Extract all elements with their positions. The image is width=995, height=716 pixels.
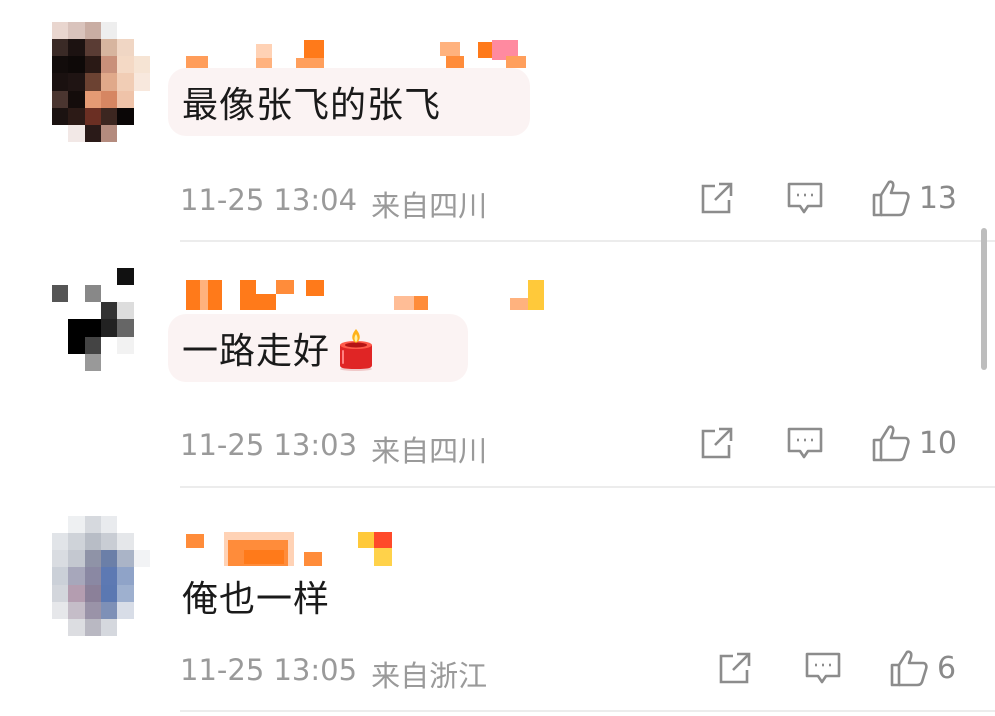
repost-icon [719,652,751,684]
comment-location: 来自四川 [371,189,488,223]
divider [180,710,995,712]
comment-actions: 10 [697,423,957,463]
comment-location: 来自四川 [371,434,488,468]
avatar[interactable] [52,268,150,388]
comment-time: 11-25 13:04 [180,183,358,217]
comment-text: 俺也一样 [182,579,331,620]
comment-bubble[interactable]: 最像张飞的张飞 [168,68,530,136]
comment-icon [787,427,823,459]
thumbs-up-icon [872,425,910,462]
repost-icon [701,427,733,459]
reply-button[interactable] [785,178,825,218]
avatar[interactable] [52,516,150,636]
comment-text: 最像张飞的张飞 [182,85,442,126]
comment-actions: 6 [715,648,957,688]
repost-icon [701,182,733,214]
like-button[interactable]: 10 [871,423,957,463]
username[interactable] [186,38,546,68]
like-count: 10 [918,425,957,461]
username[interactable] [186,532,546,566]
comment-bubble: 俺也一样 [168,562,348,630]
comment-time: 11-25 13:05 [180,653,358,687]
comment-meta: 11-25 13:03 来自四川 [180,428,487,470]
comment-icon [787,182,823,214]
candle-emoji-icon [336,325,376,371]
scrollbar[interactable] [981,228,987,370]
like-count: 6 [937,650,957,686]
comment-meta: 11-25 13:05 来自浙江 [180,653,487,695]
reply-button[interactable] [785,423,825,463]
repost-button[interactable] [715,648,755,688]
comment-icon [805,652,841,684]
comment-meta: 11-25 13:04 来自四川 [180,183,487,225]
repost-button[interactable] [697,178,737,218]
comment-text: 一路走好 [182,331,331,372]
like-button[interactable]: 13 [871,178,957,218]
divider [180,240,995,242]
like-button[interactable]: 6 [889,648,957,688]
comment-actions: 13 [697,178,957,218]
comment-time: 11-25 13:03 [180,428,358,462]
thumbs-up-icon [890,650,928,687]
repost-button[interactable] [697,423,737,463]
reply-button[interactable] [803,648,843,688]
divider [180,486,995,488]
comment-location: 来自浙江 [371,659,488,693]
like-count: 13 [918,180,957,216]
thumbs-up-icon [872,180,910,217]
username[interactable] [186,280,546,310]
comment-bubble[interactable]: 一路走好 [168,314,468,382]
avatar[interactable] [52,22,150,142]
